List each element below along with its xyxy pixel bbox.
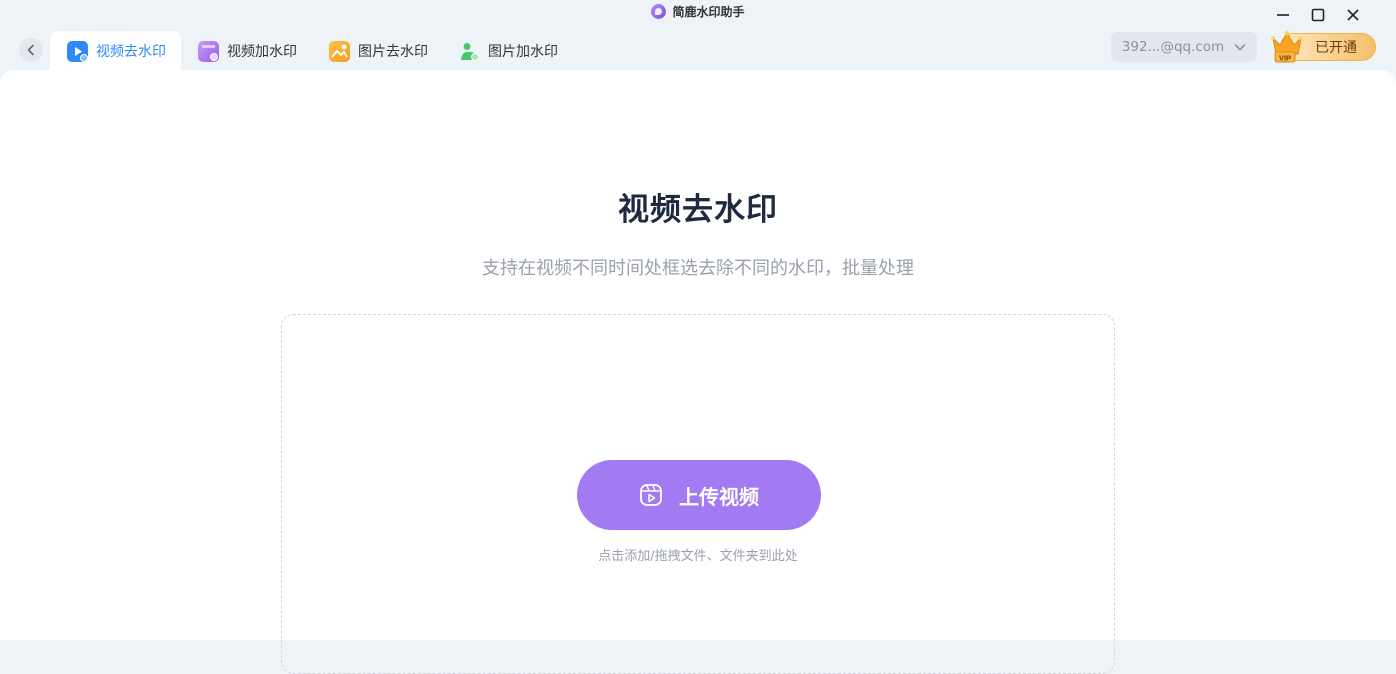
app-title: 简鹿水印助手 [672,5,745,19]
tab-label: 图片加水印 [488,44,558,60]
minimize-button[interactable] [1271,4,1295,26]
account-dropdown[interactable]: 392...@qq.com [1111,32,1257,62]
maximize-icon [1311,8,1325,22]
page-title: 视频去水印 [618,192,778,228]
crown-icon: VIP [1271,30,1303,63]
app-logo-icon [651,4,667,19]
close-icon [1347,9,1359,21]
chevron-left-icon [27,44,34,56]
chevron-down-icon [1234,44,1246,51]
image-remove-watermark-icon [329,40,350,62]
minimize-icon [1277,14,1289,16]
tab-video-add-watermark[interactable]: 视频加水印 [181,31,312,71]
vip-label: 已开通 [1315,40,1357,56]
vip-badge-text: VIP [1279,54,1291,63]
upload-button-label: 上传视频 [679,484,759,509]
vip-button[interactable]: 已开通 VIP [1270,28,1377,64]
upload-video-button[interactable]: 上传视频 [577,460,821,530]
tab-label: 视频加水印 [227,44,297,60]
tab-image-add-watermark[interactable]: 图片加水印 [442,31,573,71]
title-bar: 简鹿水印助手 [0,0,1396,26]
upload-hint: 点击添加/拖拽文件、文件夹到此处 [598,549,798,564]
back-button[interactable] [19,38,43,62]
account-email: 392...@qq.com [1121,39,1225,55]
file-dropzone[interactable]: 上传视频 点击添加/拖拽文件、文件夹到此处 [281,314,1115,674]
image-add-watermark-icon [459,41,480,62]
maximize-button[interactable] [1306,4,1330,26]
close-button[interactable] [1341,4,1365,26]
video-remove-watermark-icon [67,40,88,62]
tab-image-remove-watermark[interactable]: 图片去水印 [312,31,443,71]
app-title-group: 简鹿水印助手 [0,3,1396,20]
tab-video-remove-watermark[interactable]: 视频去水印 [50,31,181,71]
tab-label: 图片去水印 [358,44,428,60]
video-upload-icon [640,484,662,506]
tab-label: 视频去水印 [96,44,166,60]
page-subtitle: 支持在视频不同时间处框选去除不同的水印，批量处理 [482,258,914,279]
video-add-watermark-icon [198,40,219,62]
main-panel: 视频去水印 支持在视频不同时间处框选去除不同的水印，批量处理 上传视频 点击添加… [0,70,1396,674]
